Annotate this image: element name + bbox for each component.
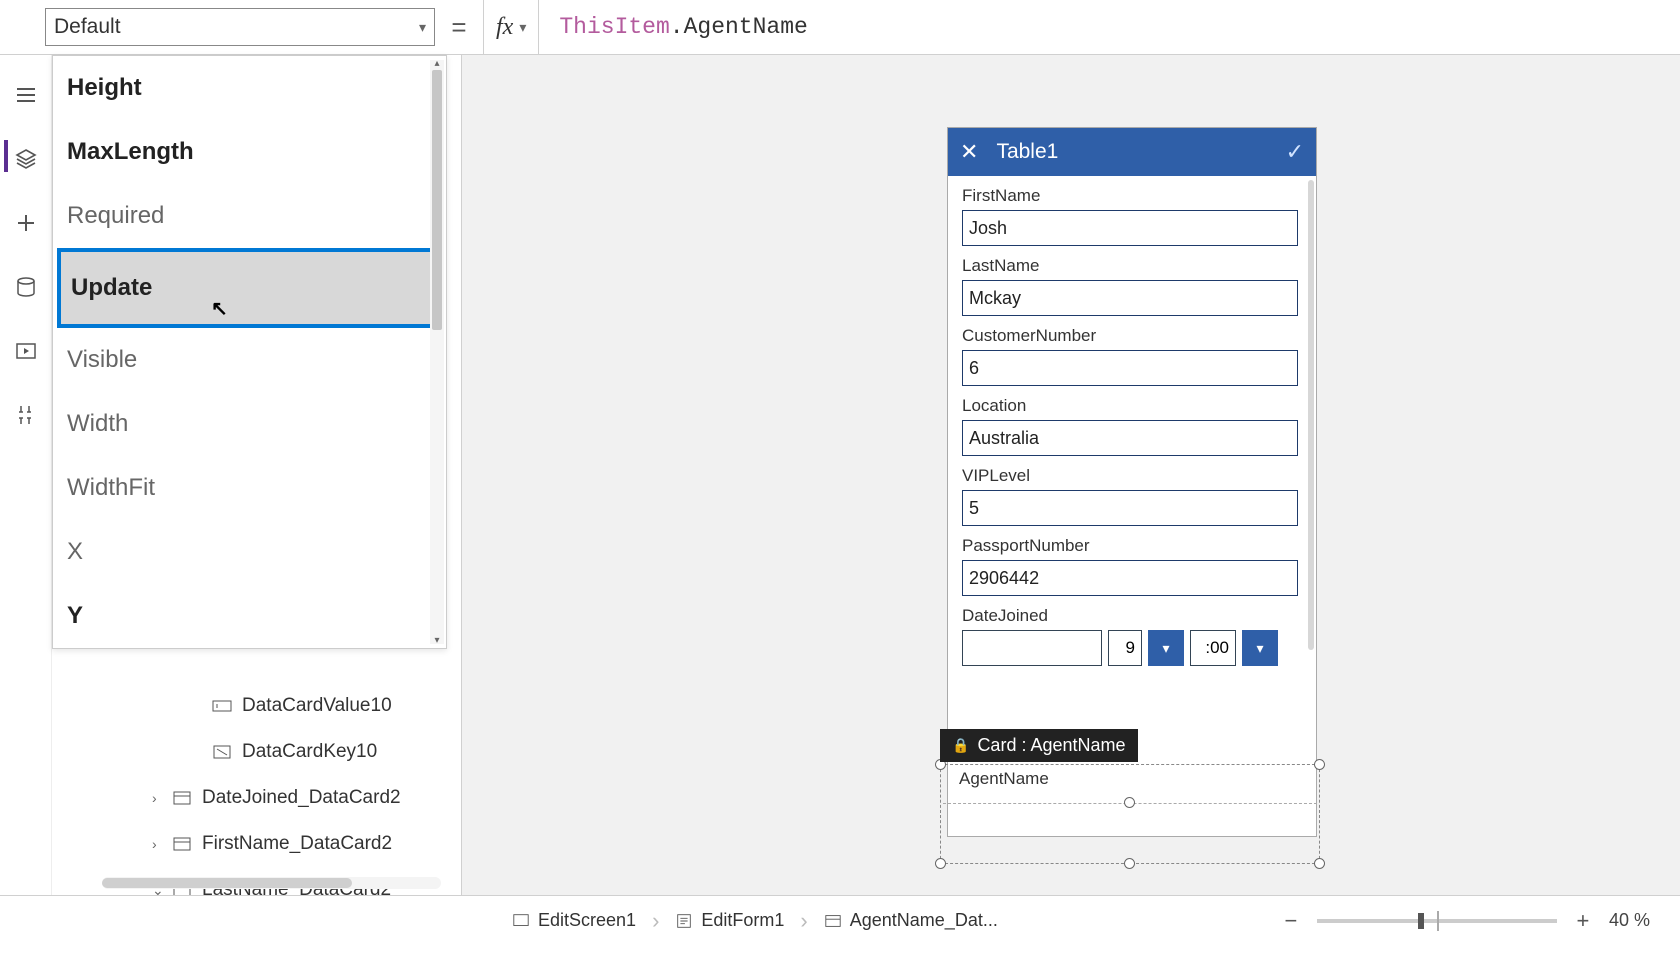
form-field-customernumber: CustomerNumber 6: [962, 326, 1302, 386]
selected-card-agentname[interactable]: AgentName: [940, 764, 1320, 864]
scroll-up-icon[interactable]: ▴: [430, 58, 444, 69]
horizontal-scrollbar[interactable]: [102, 877, 441, 889]
field-label: FirstName: [962, 186, 1302, 206]
preview-title: Table1: [996, 140, 1285, 164]
label-icon: [212, 742, 232, 762]
media-icon[interactable]: [14, 339, 38, 363]
formula-token: .AgentName: [670, 14, 808, 40]
dropdown-item-x[interactable]: X: [53, 520, 446, 584]
form-field-viplevel: VIPLevel 5: [962, 466, 1302, 526]
property-selector[interactable]: Default ▾: [45, 8, 435, 46]
minute-select[interactable]: :00: [1190, 630, 1236, 666]
breadcrumb-card[interactable]: AgentName_Dat...: [812, 910, 1010, 931]
card-icon: [824, 912, 842, 930]
fx-icon: fx: [496, 14, 513, 41]
equals-label: =: [435, 12, 483, 43]
field-label: DateJoined: [962, 606, 1302, 626]
formula-bar[interactable]: ThisItem.AgentName: [538, 0, 1680, 54]
close-icon[interactable]: ✕: [960, 139, 978, 165]
scroll-down-icon[interactable]: ▾: [430, 635, 444, 646]
hour-select[interactable]: 9: [1108, 630, 1142, 666]
field-input[interactable]: 6: [962, 350, 1298, 386]
cursor-icon: ↖: [211, 296, 228, 321]
field-label: PassportNumber: [962, 536, 1302, 556]
zoom-out-button[interactable]: −: [1279, 908, 1303, 934]
formula-token: ThisItem: [559, 14, 669, 40]
chevron-down-icon[interactable]: ▾: [1148, 630, 1184, 666]
property-value: Default: [54, 15, 121, 39]
form-field-location: Location Australia: [962, 396, 1302, 456]
fx-button[interactable]: fx ▾: [483, 0, 538, 54]
field-label: Location: [962, 396, 1302, 416]
chevron-right-icon: ›: [652, 908, 659, 934]
app-preview: ✕ Table1 ✓ FirstName Josh LastName Mckay…: [947, 127, 1317, 837]
zoom-slider[interactable]: [1317, 919, 1557, 923]
dropdown-item-y[interactable]: Y: [53, 584, 446, 648]
hamburger-icon[interactable]: [14, 83, 38, 107]
property-dropdown[interactable]: Height MaxLength Required Update ↖ Visib…: [52, 55, 447, 649]
tree-item[interactable]: › FirstName_DataCard2: [152, 821, 461, 867]
plus-icon[interactable]: [14, 211, 38, 235]
resize-handle[interactable]: [1124, 858, 1135, 869]
resize-handle[interactable]: [935, 858, 946, 869]
field-input[interactable]: 5: [962, 490, 1298, 526]
field-label: LastName: [962, 256, 1302, 276]
active-indicator: [4, 140, 8, 172]
field-input[interactable]: Australia: [962, 420, 1298, 456]
field-input[interactable]: Mckay: [962, 280, 1298, 316]
field-input[interactable]: Josh: [962, 210, 1298, 246]
dropdown-item-update[interactable]: Update ↖: [57, 248, 442, 328]
tree-item[interactable]: › DateJoined_DataCard2: [152, 775, 461, 821]
resize-handle[interactable]: [1124, 797, 1135, 808]
zoom-level: 40 %: [1609, 910, 1650, 931]
resize-handle[interactable]: [1314, 858, 1325, 869]
scrollbar[interactable]: ▴ ▾: [430, 60, 444, 644]
zoom-in-button[interactable]: +: [1571, 908, 1595, 934]
tree-item[interactable]: DataCardValue10: [152, 683, 461, 729]
chevron-down-icon: ▾: [419, 19, 426, 36]
form-field-passportnumber: PassportNumber 2906442: [962, 536, 1302, 596]
breadcrumb-form[interactable]: EditForm1: [663, 910, 796, 931]
design-canvas[interactable]: ✕ Table1 ✓ FirstName Josh LastName Mckay…: [462, 55, 1680, 895]
screen-icon: [512, 912, 530, 930]
form-field-lastname: LastName Mckay: [962, 256, 1302, 316]
preview-header: ✕ Table1 ✓: [948, 128, 1316, 176]
chevron-right-icon[interactable]: ›: [152, 836, 172, 852]
dropdown-item-required[interactable]: Required: [53, 184, 446, 248]
dropdown-item-visible[interactable]: Visible: [53, 328, 446, 392]
scrollbar[interactable]: [1308, 180, 1314, 650]
textinput-icon: [212, 696, 232, 716]
card-icon: [172, 834, 192, 854]
form-icon: [675, 912, 693, 930]
tree-item[interactable]: DataCardKey10: [152, 729, 461, 775]
resize-handle[interactable]: [1314, 759, 1325, 770]
form-field-firstname: FirstName Josh: [962, 186, 1302, 246]
card-icon: [172, 788, 192, 808]
dropdown-item-width[interactable]: Width: [53, 392, 446, 456]
agent-label: AgentName: [959, 769, 1049, 789]
data-icon[interactable]: [14, 275, 38, 299]
selection-tooltip: 🔒 Card : AgentName: [940, 729, 1138, 762]
chevron-down-icon: ▾: [519, 19, 526, 36]
chevron-right-icon[interactable]: ›: [152, 790, 172, 806]
breadcrumb-screen[interactable]: EditScreen1: [500, 910, 648, 931]
field-label: VIPLevel: [962, 466, 1302, 486]
form-field-datejoined: DateJoined 9 ▾ :00 ▾: [962, 606, 1302, 666]
date-picker[interactable]: [962, 630, 1102, 666]
lock-icon: 🔒: [952, 737, 969, 754]
field-label: CustomerNumber: [962, 326, 1302, 346]
check-icon[interactable]: ✓: [1286, 139, 1304, 165]
chevron-right-icon: ›: [800, 908, 807, 934]
chevron-down-icon[interactable]: ▾: [1242, 630, 1278, 666]
dropdown-item-height[interactable]: Height: [53, 56, 446, 120]
dropdown-item-widthfit[interactable]: WidthFit: [53, 456, 446, 520]
field-input[interactable]: 2906442: [962, 560, 1298, 596]
layers-icon[interactable]: [14, 147, 38, 171]
slider-thumb[interactable]: [1418, 913, 1424, 929]
tools-icon[interactable]: [14, 403, 38, 427]
dropdown-item-maxlength[interactable]: MaxLength: [53, 120, 446, 184]
